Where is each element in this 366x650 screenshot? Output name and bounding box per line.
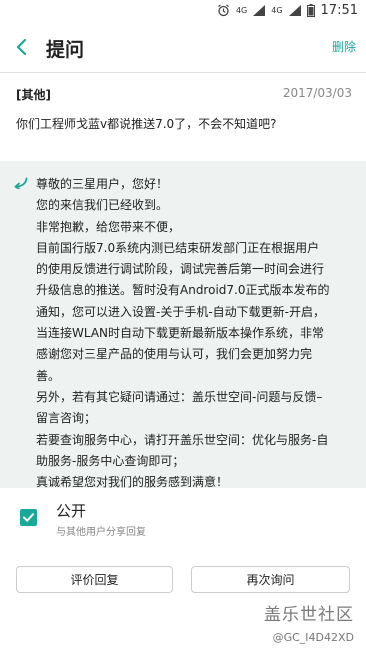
- signal-icon-2: [288, 5, 301, 16]
- answer-panel: 尊敬的三星用户，您好！ 您的来信我们已经收到。 非常抱歉，给您带来不便， 目前国…: [0, 161, 366, 489]
- answer-line: 通知，您可以进入设置-关于手机-自动下载更新-开启，: [36, 304, 325, 319]
- public-sublabel: 与其他用户分享回复: [56, 527, 146, 538]
- delete-button[interactable]: 删除: [332, 38, 356, 55]
- app-bar: 提问 删除: [0, 22, 366, 72]
- signal-icon: [253, 5, 266, 16]
- public-checkbox[interactable]: [20, 509, 37, 526]
- back-arrow-icon: [16, 38, 27, 56]
- question-category: [其他]: [16, 88, 51, 102]
- answer-text: 尊敬的三星用户，您好！ 您的来信我们已经收到。 非常抱歉，给您带来不便， 目前国…: [36, 174, 356, 493]
- header-divider: [0, 72, 366, 73]
- watermark: 盖乐世社区 @GC_I4D42XD: [264, 600, 354, 644]
- signal-4g-label: 4G: [235, 6, 248, 15]
- answer-line: 的使用反馈进行调试阶段，调试完善后第一时间会进行: [36, 262, 325, 277]
- answer-line: 留言咨询；: [36, 411, 97, 426]
- question-text: 你们工程师戈蓝v都说推送7.0了，不会不知道吧?: [16, 117, 277, 131]
- question-date: 2017/03/03: [282, 86, 352, 100]
- public-label: 公开: [56, 502, 87, 520]
- checkmark-icon: [23, 513, 34, 522]
- answer-line: 当连接WLAN时自动下载更新最新版本操作系统，非常: [36, 326, 325, 341]
- page-title: 提问: [46, 39, 85, 61]
- answer-line: 尊敬的三星用户，您好！: [36, 177, 169, 191]
- answer-line: 非常抱歉，给您带来不便，: [36, 219, 181, 234]
- signal-4g-label-2: 4G: [271, 6, 283, 15]
- answer-line: 您的来信我们已经收到。: [36, 198, 169, 213]
- answer-line: 善。: [36, 368, 61, 383]
- watermark-user: @GC_I4D42XD: [272, 631, 354, 644]
- back-button[interactable]: [10, 34, 36, 60]
- status-time: 17:51: [320, 3, 358, 18]
- ask-again-button[interactable]: 再次询问: [191, 566, 350, 593]
- watermark-logo: 盖乐世社区: [264, 605, 354, 625]
- status-icons: 4G 4G 17:51: [217, 3, 358, 18]
- answer-line: 若要查询服务中心，请打开盖乐世空间：优化与服务-自: [36, 432, 329, 447]
- share-option-row[interactable]: 公开 与其他用户分享回复: [0, 488, 366, 556]
- answer-line: 目前国行版7.0系统内测已结束研发部门正在根据用户: [36, 240, 320, 255]
- reply-icon: [14, 177, 28, 189]
- answer-line: 助服务-服务中心查询即可；: [36, 453, 185, 468]
- rate-reply-button[interactable]: 评价回复: [16, 566, 173, 593]
- status-bar: 4G 4G 17:51: [0, 0, 366, 22]
- answer-line: 升级信息的推送。暂时没有Android7.0正式版本发布的: [36, 283, 330, 298]
- answer-line: 另外，若有其它疑问请通过：盖乐世空间-问题与反馈–: [36, 389, 323, 404]
- alarm-icon: [218, 4, 229, 17]
- answer-line: 感谢您对三星产品的使用与认可，我们会更加努力完: [36, 347, 313, 362]
- battery-icon: [306, 4, 315, 17]
